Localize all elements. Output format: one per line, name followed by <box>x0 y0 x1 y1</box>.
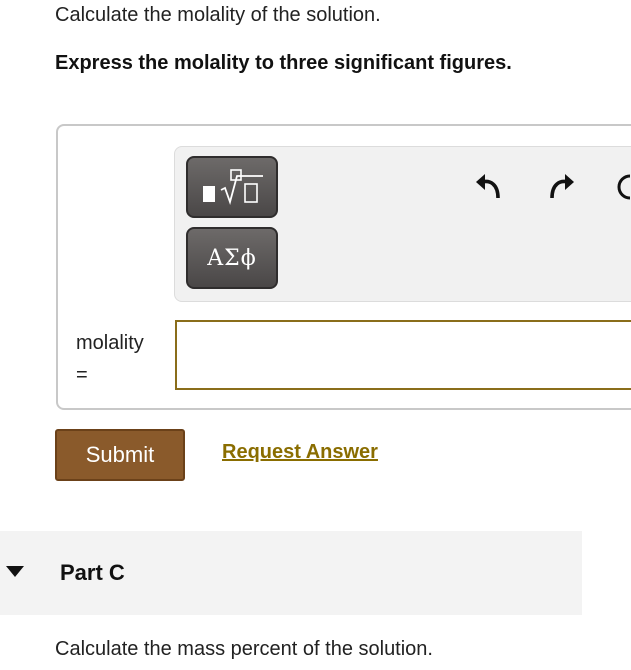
templates-button[interactable] <box>186 156 278 218</box>
submit-button[interactable]: Submit <box>55 429 185 481</box>
redo-button[interactable] <box>546 168 576 202</box>
answer-label-text: molality <box>76 332 144 354</box>
redo-icon <box>550 174 574 199</box>
reset-button[interactable] <box>612 170 631 204</box>
greek-symbols-label: ΑΣϕ <box>207 245 257 271</box>
undo-icon <box>476 174 500 199</box>
caret-down-icon[interactable] <box>6 566 24 577</box>
undo-button[interactable] <box>474 168 504 202</box>
answer-label: molality = <box>76 328 144 390</box>
request-answer-link[interactable]: Request Answer <box>222 441 378 464</box>
fraction-root-icon <box>203 169 263 206</box>
answer-equals: = <box>76 364 88 386</box>
question-text: Calculate the molality of the solution. <box>55 4 381 26</box>
greek-symbols-button[interactable]: ΑΣϕ <box>186 227 278 289</box>
instruction-text: Express the molality to three significan… <box>55 52 512 74</box>
part-c-title: Part C <box>60 560 125 585</box>
molality-input[interactable] <box>175 320 631 390</box>
reset-icon <box>617 174 631 200</box>
part-c-question: Calculate the mass percent of the soluti… <box>55 638 433 660</box>
